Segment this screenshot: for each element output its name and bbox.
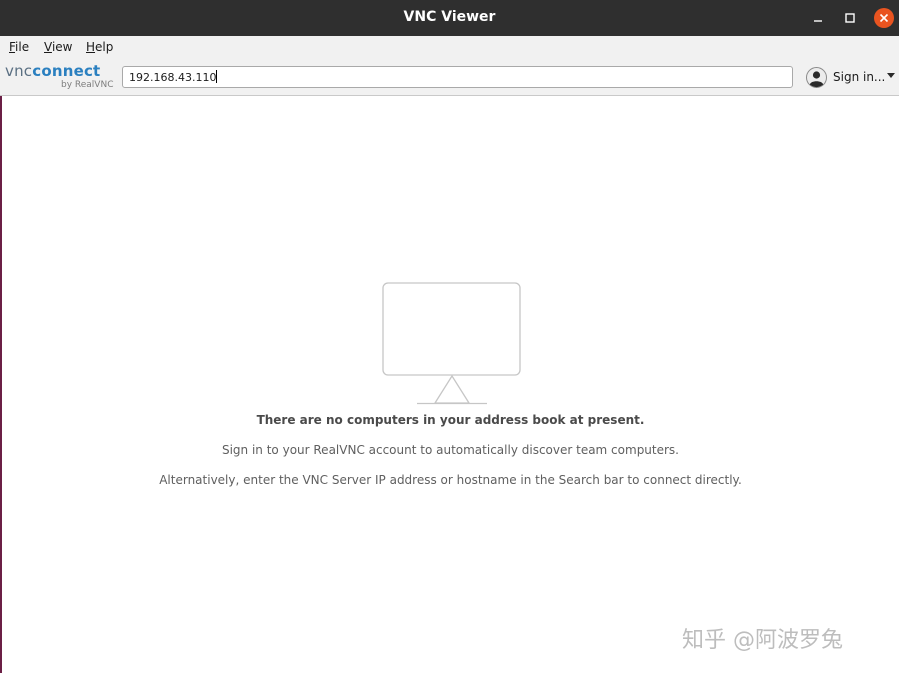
menu-help[interactable]: Help bbox=[86, 40, 113, 54]
minimize-icon bbox=[814, 20, 822, 22]
address-book-area: There are no computers in your address b… bbox=[2, 97, 899, 673]
empty-state-title: There are no computers in your address b… bbox=[256, 413, 645, 427]
menu-help-mnemonic: H bbox=[86, 40, 96, 54]
window-title: VNC Viewer bbox=[403, 9, 496, 25]
menu-bar: File View Help bbox=[0, 36, 899, 60]
text-caret bbox=[216, 70, 218, 83]
title-bar[interactable]: VNC Viewer bbox=[0, 0, 899, 36]
close-icon bbox=[879, 13, 889, 23]
empty-state-signin-hint: Sign in to your RealVNC account to autom… bbox=[221, 443, 679, 457]
menu-help-label: elp bbox=[95, 40, 114, 54]
empty-state-alt-hint: Alternatively, enter the VNC Server IP a… bbox=[159, 473, 742, 487]
logo-connect-text: connect bbox=[32, 62, 101, 80]
menu-file[interactable]: File bbox=[9, 40, 29, 54]
menu-file-label: ile bbox=[15, 40, 30, 54]
sign-in-label: Sign in... bbox=[833, 70, 886, 84]
logo-vnc-text: vnc bbox=[5, 62, 33, 80]
menu-view[interactable]: View bbox=[44, 40, 72, 54]
minimize-button[interactable] bbox=[808, 8, 828, 28]
search-input[interactable]: 192.168.43.110 bbox=[122, 66, 793, 88]
logo-wordmark: vncconnect bbox=[5, 62, 100, 80]
vnc-connect-logo: vncconnect by RealVNC bbox=[5, 62, 115, 92]
watermark: 知乎 @阿波罗兔 bbox=[682, 628, 843, 653]
search-input-value: 192.168.43.110 bbox=[129, 71, 217, 84]
monitor-icon bbox=[382, 282, 521, 405]
menu-view-label: iew bbox=[51, 40, 73, 54]
maximize-icon bbox=[845, 13, 855, 23]
sign-in-button[interactable]: Sign in... bbox=[806, 66, 896, 90]
close-button[interactable] bbox=[874, 8, 894, 28]
logo-byline: by RealVNC bbox=[61, 80, 114, 90]
menu-view-mnemonic: V bbox=[44, 40, 52, 54]
toolbar: vncconnect by RealVNC 192.168.43.110 Sig… bbox=[0, 60, 899, 96]
maximize-button[interactable] bbox=[840, 8, 860, 28]
chevron-down-icon bbox=[887, 73, 895, 78]
user-avatar-icon bbox=[806, 67, 827, 88]
